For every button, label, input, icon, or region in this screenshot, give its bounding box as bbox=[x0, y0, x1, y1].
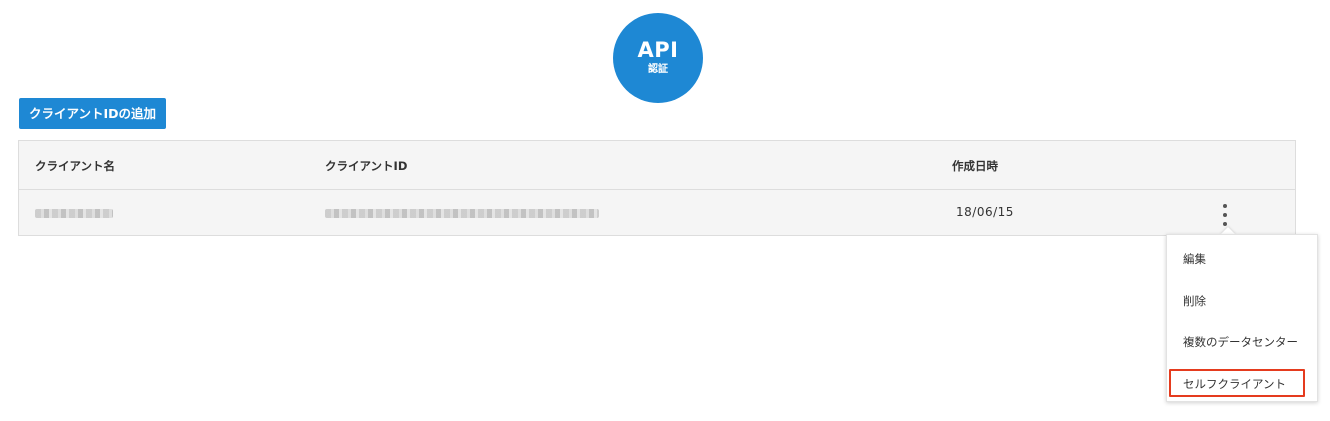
table-row[interactable]: 18/06/15 bbox=[19, 190, 1295, 235]
api-logo-title: API bbox=[637, 38, 679, 62]
table-header: クライアント名 クライアントID 作成日時 bbox=[19, 141, 1295, 190]
client-name-redacted bbox=[35, 209, 113, 218]
kebab-dot bbox=[1223, 204, 1227, 208]
menu-item-multi-dc[interactable]: 複数のデータセンター bbox=[1183, 334, 1298, 350]
client-table: クライアント名 クライアントID 作成日時 18/06/15 bbox=[18, 140, 1296, 236]
api-logo-subtitle: 認証 bbox=[648, 64, 668, 75]
column-header-client-id: クライアントID bbox=[325, 159, 408, 173]
kebab-dot bbox=[1223, 213, 1227, 217]
client-id-redacted bbox=[325, 209, 599, 218]
api-auth-logo: API 認証 bbox=[613, 13, 703, 103]
column-header-created-at: 作成日時 bbox=[952, 159, 998, 173]
created-at-cell: 18/06/15 bbox=[956, 205, 1014, 219]
menu-item-delete[interactable]: 削除 bbox=[1183, 293, 1206, 309]
self-client-highlight bbox=[1169, 369, 1305, 397]
add-client-id-button[interactable]: クライアントIDの追加 bbox=[19, 98, 167, 129]
kebab-menu-icon[interactable] bbox=[1215, 204, 1235, 226]
column-header-client-name: クライアント名 bbox=[35, 159, 116, 173]
kebab-dot bbox=[1223, 222, 1227, 226]
page: API 認証 クライアントIDの追加 クライアント名 クライアントID 作成日時… bbox=[0, 0, 1330, 421]
menu-item-edit[interactable]: 編集 bbox=[1183, 251, 1206, 267]
